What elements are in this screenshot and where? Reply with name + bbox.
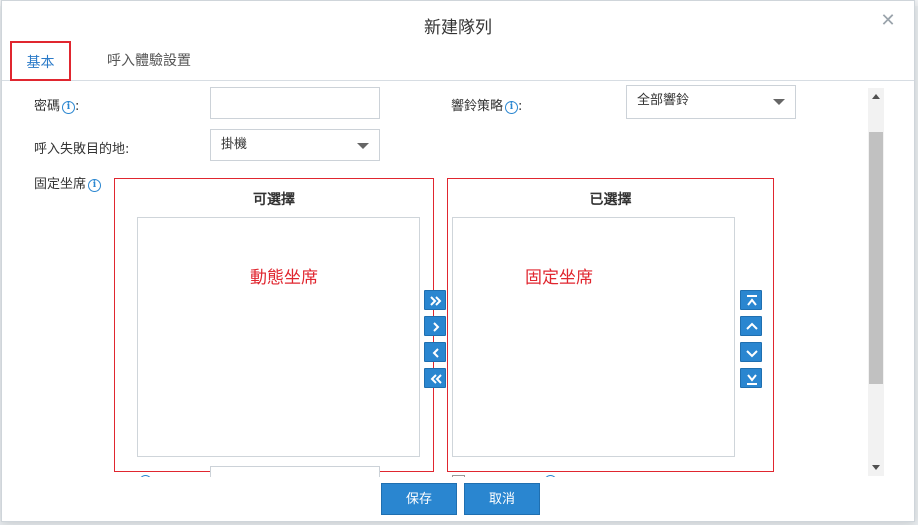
ring-strategy-select[interactable]: 全部響鈴 [626,85,796,119]
move-down-button[interactable] [740,342,762,362]
chevron-right-icon [433,322,440,332]
content-scrollbar[interactable] [868,88,884,476]
fixed-agents-annotation: 固定坐席 [525,268,593,288]
label-colon: : [75,99,80,114]
info-icon[interactable]: i [88,179,102,192]
double-chevron-left-icon [430,374,442,384]
chevron-down-icon [746,350,758,358]
tab-bar: 基本 呼入體驗設置 [2,41,914,81]
selected-title: 已選擇 [589,192,632,208]
fixed-agents-label: 固定坐席 [34,177,87,192]
info-icon[interactable]: i [62,101,76,114]
fail-destination-label: 呼入失敗目的地: [34,142,130,157]
info-icon [139,475,152,477]
ring-strategy-label: 響鈴策略 [451,99,504,114]
password-field[interactable] [210,87,380,119]
chevron-up-icon [746,322,758,330]
move-all-right-button[interactable] [424,290,446,310]
arrow-to-top-icon [747,295,757,306]
fixed-agents-label-row: 固定坐席 i [34,173,102,192]
dialog-title: 新建隊列 [424,18,492,38]
move-left-button[interactable] [424,342,446,362]
move-to-top-button[interactable] [740,290,762,310]
available-agents-panel: 可選擇 動態坐席 [114,178,434,472]
dynamic-agents-annotation: 動態坐席 [250,268,318,288]
double-chevron-right-icon [430,296,442,306]
scroll-down-icon[interactable] [872,465,880,470]
password-label-row: 密碼 i: [34,95,79,114]
chevron-left-icon [432,348,439,358]
form-content: 密碼 i: 響鈴策略 i: 全部響鈴 呼入失敗目的地: 掛機 固定坐席 i 可選擇 動… [2,82,862,477]
password-label: 密碼 [34,99,61,114]
move-to-bottom-button[interactable] [740,368,762,388]
ring-strategy-selected: 全部響鈴 [637,93,690,108]
scroll-thumb[interactable] [869,132,883,384]
cancel-button[interactable]: 取消 [464,483,540,515]
close-icon[interactable]: ✕ [880,12,896,30]
move-right-button[interactable] [424,316,446,336]
new-queue-dialog: 新建隊列 ✕ 基本 呼入體驗設置 密碼 i: 響鈴策略 i: 全部響鈴 呼入失敗目的… [1,0,915,522]
scroll-up-icon[interactable] [872,94,880,99]
next-row-checkbox[interactable] [452,475,465,477]
tab-basic[interactable]: 基本 [10,41,71,81]
available-agents-list[interactable]: 動態坐席 [137,217,420,457]
label-colon: : [518,99,523,114]
arrow-to-bottom-icon [747,374,757,385]
next-row-field[interactable] [210,466,380,477]
selected-agents-list[interactable]: 固定坐席 [452,217,735,457]
move-up-button[interactable] [740,316,762,336]
save-button[interactable]: 保存 [381,483,457,515]
chevron-down-icon [773,99,785,105]
info-icon[interactable]: i [505,101,519,114]
tab-inbound-experience[interactable]: 呼入體驗設置 [94,41,204,81]
fail-destination-selected: 掛機 [221,137,248,152]
move-all-left-button[interactable] [424,368,446,388]
available-title: 可選擇 [253,192,295,208]
info-icon [544,475,557,477]
chevron-down-icon [357,143,369,149]
fail-destination-select[interactable]: 掛機 [210,129,380,161]
selected-agents-panel: 已選擇 固定坐席 [447,178,774,472]
ring-strategy-label-row: 響鈴策略 i: [451,95,522,114]
